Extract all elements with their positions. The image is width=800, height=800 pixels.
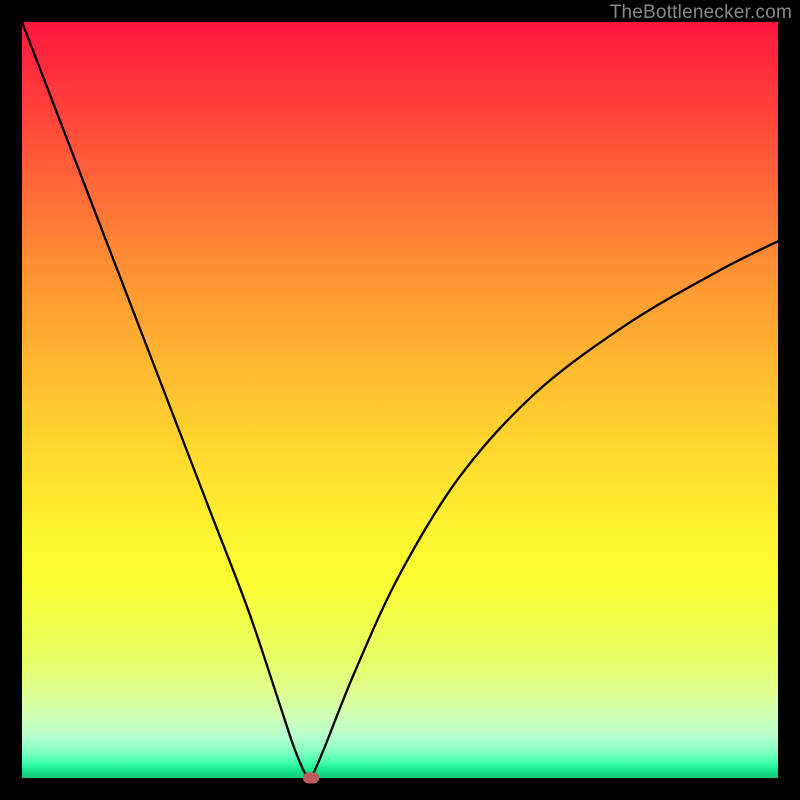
plot-area <box>22 22 778 778</box>
chart-frame: TheBottlenecker.com <box>0 0 800 800</box>
watermark-text: TheBottlenecker.com <box>610 2 792 24</box>
optimal-marker <box>303 773 319 784</box>
bottleneck-curve <box>22 22 778 778</box>
